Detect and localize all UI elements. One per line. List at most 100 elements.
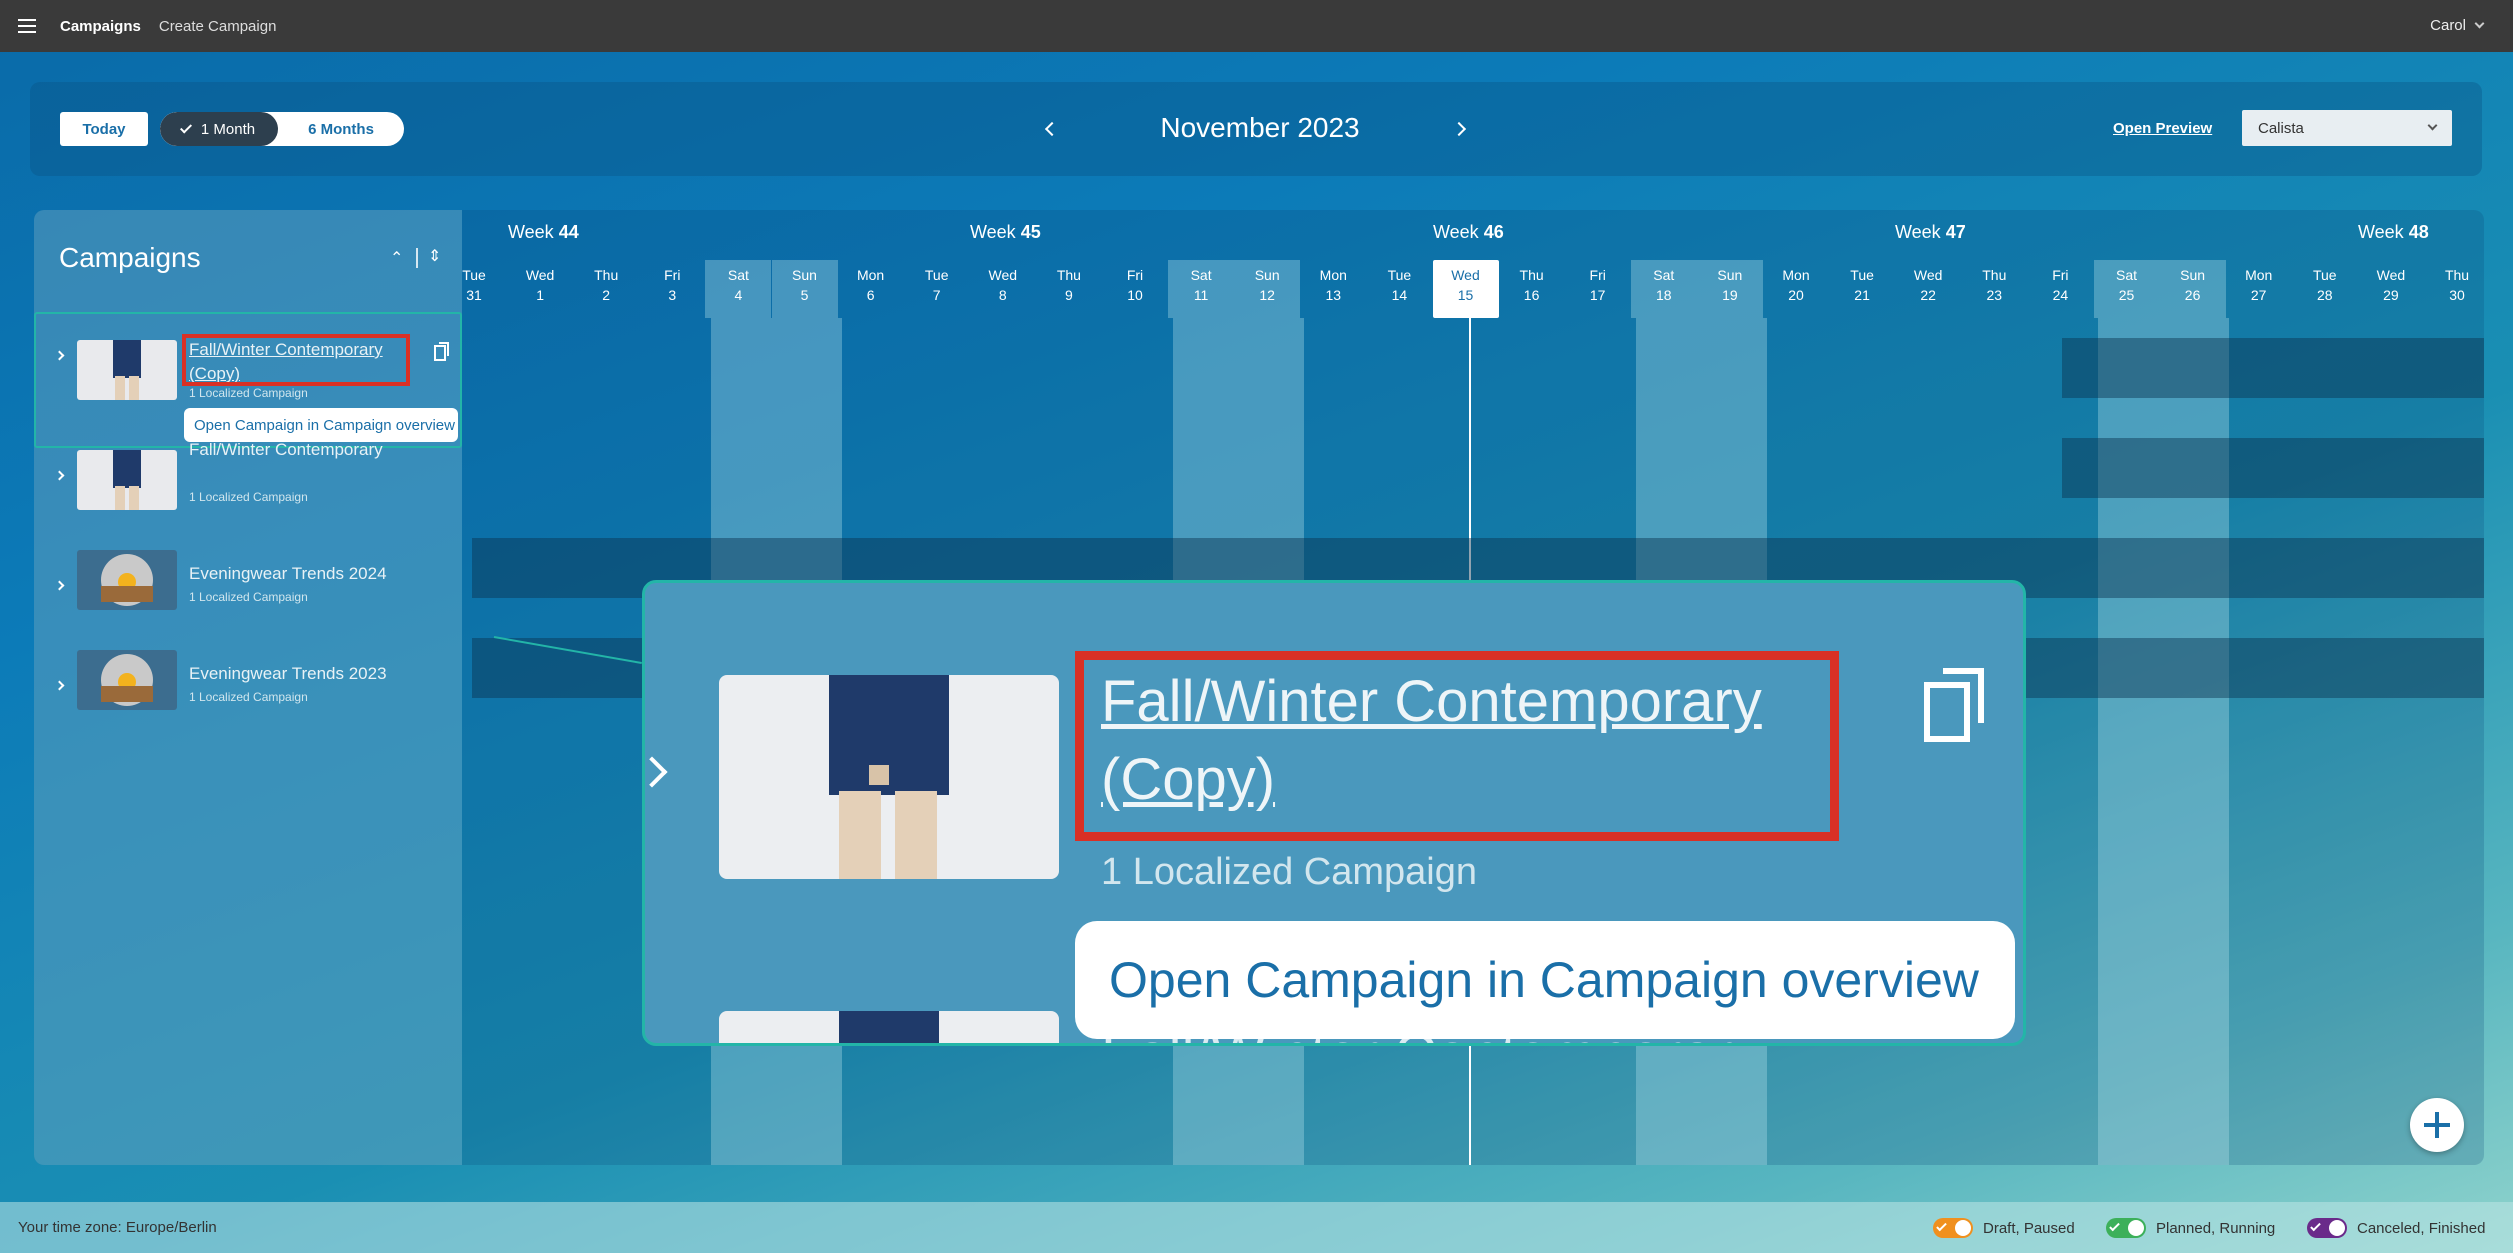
day-cell: Wed 1 [525, 267, 555, 303]
range-toggle: 1 Month 6 Months [160, 112, 404, 146]
campaign-subtitle: 1 Localized Campaign [189, 490, 308, 504]
week-label: Week 47 [1895, 222, 1966, 242]
campaign-subtitle: 1 Localized Campaign [189, 590, 308, 604]
day-cell: Wed 15 [1432, 260, 1499, 318]
day-cell: Fri 3 [664, 267, 681, 303]
hamburger-menu-icon[interactable] [18, 19, 36, 33]
channel-select-value: Calista [2258, 119, 2304, 137]
sidebar-title: Campaigns [59, 242, 201, 273]
day-cell: Wed 29 [2376, 267, 2406, 303]
day-cell: Tue 21 [1850, 267, 1874, 303]
day-cell: Mon 27 [2245, 267, 2273, 303]
toggle-switch[interactable] [2307, 1218, 2347, 1238]
day-cell: Tue 7 [924, 267, 949, 303]
campaign-row[interactable]: Eveningwear Trends 2023 1 Localized Camp… [34, 642, 462, 742]
day-cell: Mon 6 [856, 267, 885, 303]
footer: Your time zone: Europe/Berlin Draft, Pau… [0, 1202, 2513, 1253]
day-cell: Thu 2 [594, 267, 619, 303]
day-cell: Sun 19 [1696, 260, 1763, 318]
campaign-row[interactable]: Fall/Winter Contemporary (Copy) 1 Locali… [34, 312, 462, 448]
day-cell: Sun 12 [1234, 260, 1301, 318]
campaign-thumbnail [77, 650, 177, 710]
chevron-right-icon[interactable] [1451, 121, 1467, 137]
today-button[interactable]: Today [60, 112, 148, 146]
campaign-calendar: Week 44 Week 45 Week 46 Week 47 Week 48 … [34, 210, 2484, 1165]
range-6-months[interactable]: 6 Months [278, 112, 404, 146]
legend-item[interactable]: Draft, Paused [1933, 1218, 2075, 1238]
day-cell: Fri 17 [1589, 267, 1606, 303]
campaign-title[interactable]: Eveningwear Trends 2023 [189, 662, 409, 686]
toggle-switch[interactable] [1933, 1218, 1973, 1238]
copy-icon[interactable] [434, 342, 450, 362]
day-cell: Sun 26 [2159, 260, 2226, 318]
day-cell: Mon 20 [1782, 267, 1810, 303]
campaign-subtitle: 1 Localized Campaign [189, 690, 308, 704]
tooltip-zoomed: Open Campaign in Campaign overview [1075, 921, 2015, 1039]
user-menu[interactable]: Carol [2430, 17, 2485, 34]
day-cell: Wed 22 [1913, 267, 1943, 303]
chevron-right-icon[interactable] [54, 680, 65, 691]
channel-select[interactable]: Calista [2242, 110, 2452, 146]
legend-item[interactable]: Planned, Running [2106, 1218, 2275, 1238]
campaign-title[interactable]: Fall/Winter Contemporary [189, 438, 409, 462]
day-cell: Thu 16 [1519, 267, 1544, 303]
day-cell: Tue 28 [2312, 267, 2337, 303]
campaign-subtitle: 1 Localized Campaign [189, 386, 308, 400]
plus-icon [2424, 1112, 2450, 1138]
range-1-month-label: 1 Month [200, 120, 256, 138]
nav-campaigns[interactable]: Campaigns [60, 18, 141, 35]
day-cell: Fri 24 [2052, 267, 2069, 303]
campaign-bar[interactable] [2062, 338, 2484, 398]
day-cell: Sat 18 [1630, 260, 1697, 318]
legend-item[interactable]: Canceled, Finished [2307, 1218, 2485, 1238]
open-preview-link[interactable]: Open Preview [2113, 120, 2212, 137]
day-cell: Sun 5 [771, 260, 838, 318]
day-cell: Wed 8 [988, 267, 1018, 303]
chevron-down-icon [2474, 18, 2485, 29]
add-campaign-button[interactable] [2410, 1098, 2464, 1152]
legend-label: Canceled, Finished [2357, 1219, 2486, 1237]
nav-create-campaign[interactable]: Create Campaign [159, 18, 277, 35]
check-icon [179, 120, 192, 134]
range-1-month[interactable]: 1 Month [160, 112, 278, 146]
campaign-subtitle-zoomed: 1 Localized Campaign [1101, 851, 1478, 893]
chevron-down-icon [2427, 120, 2438, 131]
day-cell: Sat 25 [2093, 260, 2160, 318]
campaign-thumbnail [77, 340, 177, 400]
legend-label: Draft, Paused [1983, 1219, 2075, 1237]
chevron-right-icon[interactable] [54, 470, 65, 481]
legend-label: Planned, Running [2156, 1219, 2276, 1237]
day-cell: Thu 30 [2444, 267, 2470, 303]
campaign-bar[interactable] [2062, 438, 2484, 498]
campaign-title-zoomed: Fall/Winter Contemporary (Copy) [1101, 669, 1762, 812]
campaign-thumbnail-peek [719, 1011, 1059, 1043]
collapse-all-icon[interactable]: ⌃ [390, 248, 403, 268]
tooltip: Open Campaign in Campaign overview [184, 408, 458, 442]
toggle-switch[interactable] [2106, 1218, 2146, 1238]
campaign-thumbnail [77, 550, 177, 610]
app-bar: Campaigns Create Campaign Carol [0, 0, 2513, 52]
campaign-thumbnail [77, 450, 177, 510]
copy-icon [1924, 668, 1984, 742]
campaign-sidebar: Campaigns ⌃ ⇕ Fall/Winter Contemporary (… [34, 210, 462, 1165]
campaign-row[interactable]: Eveningwear Trends 2024 1 Localized Camp… [34, 542, 462, 642]
day-cell: Tue 14 [1387, 267, 1412, 303]
chevron-right-icon[interactable] [54, 580, 65, 591]
divider [416, 248, 418, 268]
calendar-toolbar: Today 1 Month 6 Months November 2023 Ope… [30, 82, 2482, 176]
chevron-left-icon[interactable] [1044, 121, 1060, 137]
day-cell: Sat 11 [1168, 260, 1235, 318]
user-name: Carol [2430, 17, 2466, 34]
day-cell: Sat 4 [705, 260, 772, 318]
campaign-title[interactable]: Eveningwear Trends 2024 [189, 562, 409, 586]
week-label: Week 45 [970, 222, 1041, 242]
campaign-row[interactable]: Fall/Winter Contemporary 1 Localized Cam… [34, 440, 462, 542]
week-label: Week 46 [1433, 222, 1504, 242]
week-label: Week 48 [2358, 222, 2429, 242]
day-cell: Mon 13 [1319, 267, 1347, 303]
highlight-box [182, 334, 410, 386]
week-label: Week 44 [508, 222, 579, 242]
current-month: November 2023 [1160, 112, 1360, 143]
day-cell: Thu 9 [1056, 267, 1081, 303]
expand-all-icon[interactable]: ⇕ [428, 246, 441, 266]
